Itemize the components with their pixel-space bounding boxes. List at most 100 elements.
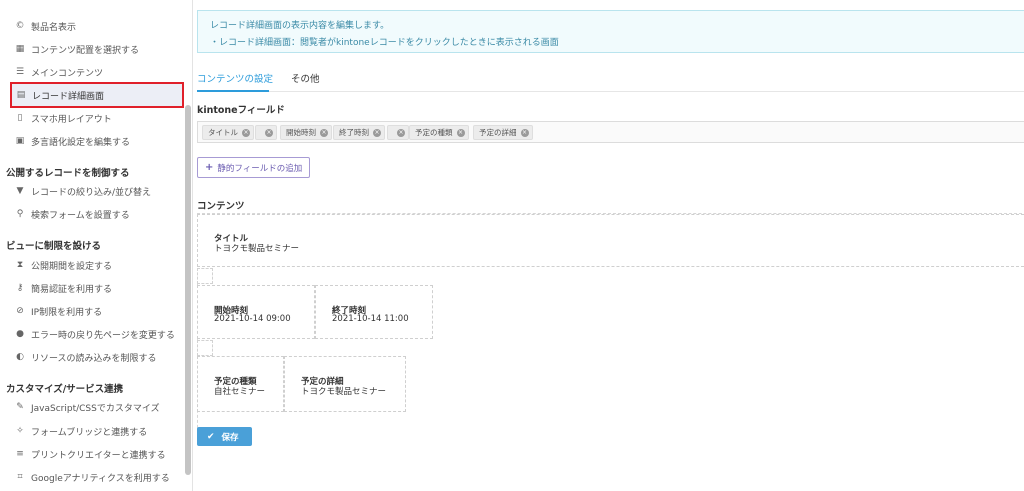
content-card-event-detail[interactable]: 予定の詳細 トヨクモ製品セミナー xyxy=(284,356,406,412)
sidebar-item-product-name[interactable]: © 製品名表示 xyxy=(0,15,184,37)
chip-label: 予定の種類 xyxy=(415,128,453,137)
sidebar-item-label: 検索フォームを設置する xyxy=(31,210,130,221)
sidebar-item-label: プリントクリエイターと連携する xyxy=(31,450,166,461)
filter-icon: ▼ xyxy=(16,186,24,196)
kintone-fields-box: タイトル × × 開始時刻 × 終了時刻 × × 予定の種類 × 予定の詳細 × xyxy=(197,121,1024,143)
sidebar-item-label: 公開期間を設定する xyxy=(31,261,113,272)
table-icon: ▤ xyxy=(16,90,26,100)
card-field-value: 2021-10-14 09:00 xyxy=(214,314,291,324)
chart-icon: ⌗ xyxy=(17,472,23,482)
close-icon[interactable]: × xyxy=(373,128,381,137)
sidebar-item-label: レコードの絞り込み/並び替え xyxy=(31,187,152,198)
plus-icon: + xyxy=(205,162,214,173)
sidebar-item-google-analytics[interactable]: ⌗ Googleアナリティクスを利用する xyxy=(0,466,184,488)
sidebar-item-error-page[interactable]: ● エラー時の戻り先ページを変更する xyxy=(0,323,184,345)
sidebar-item-main-content[interactable]: ☰ メインコンテンツ xyxy=(0,61,184,83)
active-tab-indicator xyxy=(197,90,269,92)
sidebar-item-content-layout[interactable]: ▦ コンテンツ配置を選択する xyxy=(0,38,184,60)
close-icon[interactable]: × xyxy=(242,128,250,137)
sidebar-scrollbar-thumb[interactable] xyxy=(185,105,191,475)
add-static-field-label: 静的フィールドの追加 xyxy=(217,163,303,174)
sidebar-item-label: エラー時の戻り先ページを変更する xyxy=(31,330,175,341)
close-icon[interactable]: × xyxy=(520,128,529,137)
shield-icon: ◐ xyxy=(16,352,24,362)
save-button[interactable]: ✔ 保存 xyxy=(197,427,252,446)
field-chip-blank[interactable]: × xyxy=(255,125,277,140)
sidebar-item-label: コンテンツ配置を選択する xyxy=(31,45,140,56)
sidebar-item-label: 製品名表示 xyxy=(31,22,77,33)
sidebar-item-publish-period[interactable]: ⧗ 公開期間を設定する xyxy=(0,254,184,276)
field-chip-event-type[interactable]: 予定の種類 × xyxy=(409,125,469,140)
kintone-fields-label: kintoneフィールド xyxy=(197,105,285,116)
field-chip-end-time[interactable]: 終了時刻 × xyxy=(333,125,385,140)
sidebar-item-label: JavaScript/CSSでカスタマイズ xyxy=(31,403,160,414)
content-card-start-time[interactable]: 開始時刻 2021-10-14 09:00 xyxy=(197,285,315,339)
mobile-icon: ▯ xyxy=(17,113,23,123)
close-icon[interactable]: × xyxy=(320,128,328,137)
sidebar-item-record-detail[interactable]: ▤ レコード詳細画面 xyxy=(10,82,184,108)
tab-bar: コンテンツの設定 その他 xyxy=(197,64,1024,92)
sidebar-item-form-bridge[interactable]: ✧ フォームブリッジと連携する xyxy=(0,420,184,442)
section-title-restrict: ビューに制限を設ける xyxy=(6,241,102,252)
alert-icon: ● xyxy=(16,329,24,339)
sidebar-item-ip-restriction[interactable]: ⊘ IP制限を利用する xyxy=(0,300,184,322)
sidebar-item-label: リソースの読み込みを制限する xyxy=(31,353,157,364)
sidebar-item-multilingual[interactable]: ▣ 多言語化設定を編集する xyxy=(0,130,184,152)
check-icon: ✔ xyxy=(207,431,215,442)
sidebar-item-label: Googleアナリティクスを利用する xyxy=(31,473,170,484)
info-line-1: レコード詳細画面の表示内容を編集します。 xyxy=(210,21,390,31)
sidebar-item-search-form[interactable]: ⚲ 検索フォームを設置する xyxy=(0,203,184,225)
close-icon[interactable]: × xyxy=(397,128,405,137)
tab-content-settings[interactable]: コンテンツの設定 xyxy=(197,71,273,85)
row-drag-handle[interactable] xyxy=(197,340,213,356)
sidebar-item-js-css[interactable]: ✎ JavaScript/CSSでカスタマイズ xyxy=(0,396,184,418)
sidebar-item-label: 多言語化設定を編集する xyxy=(31,137,131,148)
info-box: レコード詳細画面の表示内容を編集します。 ・レコード詳細画面：閲覧者がkinto… xyxy=(197,10,1024,53)
sidebar-divider xyxy=(192,0,193,491)
search-icon: ⚲ xyxy=(16,209,24,219)
card-field-value: 自社セミナー xyxy=(214,387,266,397)
app-root: © 製品名表示 ▦ コンテンツ配置を選択する ☰ メインコンテンツ ▤ レコード… xyxy=(0,0,1024,491)
field-chip-event-detail[interactable]: 予定の詳細 × xyxy=(473,125,533,140)
chip-label: 予定の詳細 xyxy=(479,128,517,137)
tab-other[interactable]: その他 xyxy=(291,71,320,85)
copyright-icon: © xyxy=(15,21,25,31)
sidebar-item-print-creator[interactable]: ≡ プリントクリエイターと連携する xyxy=(0,443,184,465)
hourglass-icon: ⧗ xyxy=(16,260,24,270)
sparkle-icon: ✧ xyxy=(16,426,24,436)
sidebar-item-simple-auth[interactable]: ⚷ 簡易認証を利用する xyxy=(0,277,184,299)
contents-label: コンテンツ xyxy=(197,201,245,212)
sidebar-item-resource-limit[interactable]: ◐ リソースの読み込みを制限する xyxy=(0,346,184,368)
info-line-2: ・レコード詳細画面：閲覧者がkintoneレコードをクリックしたときに表示される… xyxy=(210,38,559,48)
sidebar-item-label: レコード詳細画面 xyxy=(32,91,105,102)
sidebar-item-mobile-layout[interactable]: ▯ スマホ用レイアウト xyxy=(0,107,184,129)
print-icon: ≡ xyxy=(16,449,24,459)
field-chip-title[interactable]: タイトル × xyxy=(202,125,254,140)
sidebar-item-label: 簡易認証を利用する xyxy=(31,284,113,295)
list-icon: ☰ xyxy=(15,67,25,77)
sidebar-item-label: フォームブリッジと連携する xyxy=(31,427,148,438)
field-chip-start-time[interactable]: 開始時刻 × xyxy=(280,125,332,140)
key-icon: ⚷ xyxy=(16,283,24,293)
language-icon: ▣ xyxy=(15,136,25,146)
sidebar-item-label: IP制限を利用する xyxy=(31,307,103,318)
content-card-end-time[interactable]: 終了時刻 2021-10-14 11:00 xyxy=(315,285,433,339)
add-static-field-button[interactable]: + 静的フィールドの追加 xyxy=(197,157,310,178)
card-field-value: トヨクモ製品セミナー xyxy=(301,387,387,397)
ban-icon: ⊘ xyxy=(16,306,24,316)
row-drag-handle[interactable] xyxy=(197,268,213,284)
close-icon[interactable]: × xyxy=(456,128,465,137)
wrench-icon: ✎ xyxy=(16,402,24,412)
card-field-value: 2021-10-14 11:00 xyxy=(332,314,409,324)
card-field-value: トヨクモ製品セミナー xyxy=(214,244,300,254)
sidebar-item-filter-sort[interactable]: ▼ レコードの絞り込み/並び替え xyxy=(0,180,184,202)
chip-label: 終了時刻 xyxy=(339,128,369,137)
field-chip-blank-2[interactable]: × xyxy=(387,125,409,140)
chip-label: 開始時刻 xyxy=(286,128,316,137)
content-card-title[interactable]: タイトル トヨクモ製品セミナー xyxy=(197,214,1024,267)
content-card-event-type[interactable]: 予定の種類 自社セミナー xyxy=(197,356,284,412)
grid-icon: ▦ xyxy=(15,44,25,54)
close-icon[interactable]: × xyxy=(265,128,273,137)
sidebar-item-label: スマホ用レイアウト xyxy=(31,114,112,125)
section-title-publish: 公開するレコードを制御する xyxy=(6,168,130,179)
